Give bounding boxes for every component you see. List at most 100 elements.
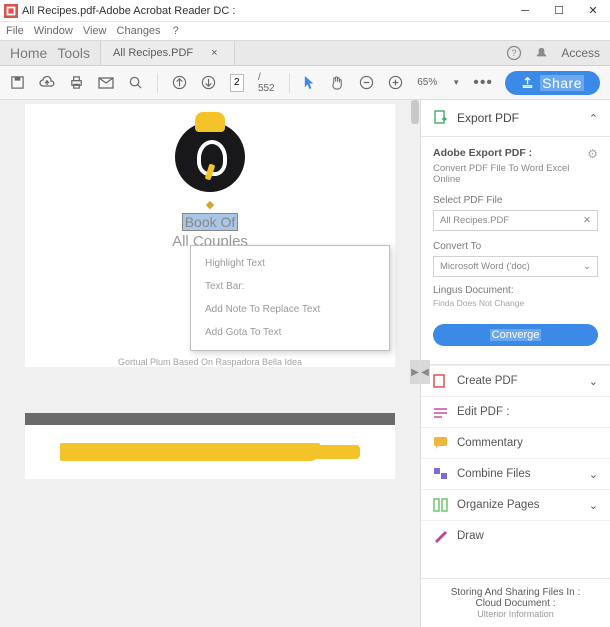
tab-close-icon[interactable]: × [211, 47, 217, 59]
menu-file[interactable]: File [6, 25, 24, 37]
panel-footer: Storing And Sharing Files In : Cloud Doc… [421, 578, 610, 627]
comment-icon [433, 436, 449, 450]
convert-button-label: Converge [490, 329, 542, 341]
lingus-label: Lingus Document: [433, 285, 598, 296]
hand-icon[interactable] [330, 75, 345, 91]
separator [157, 73, 158, 93]
app-icon [4, 4, 18, 18]
selected-file-box[interactable]: All Recipes.PDF ✕ [433, 210, 598, 231]
zoom-dropdown-icon[interactable]: ▼ [451, 75, 461, 91]
cloud-icon[interactable] [39, 75, 55, 91]
tab-tools[interactable]: Tools [57, 45, 90, 61]
share-button[interactable]: Share [505, 71, 600, 95]
minimize-button[interactable]: ─ [508, 0, 542, 22]
combine-icon [433, 467, 449, 481]
page-down-icon[interactable] [201, 75, 216, 91]
ornament-icon: ◆ [206, 198, 214, 211]
panel-expand-icon[interactable]: ▶ [410, 360, 420, 384]
selected-file-value: All Recipes.PDF [440, 215, 509, 226]
tab-strip: Home Tools All Recipes.PDF × ? Access [0, 40, 610, 66]
tool-commentary[interactable]: Commentary [421, 427, 610, 458]
clear-icon[interactable]: ✕ [583, 215, 591, 226]
footer-line-3[interactable]: Ulterior Information [431, 609, 600, 619]
caption-text: Gortual Plum Based On Raspadora Bella Id… [118, 357, 302, 367]
tool-label: Create PDF [457, 375, 518, 387]
export-pdf-icon [433, 110, 449, 126]
export-pdf-header[interactable]: Export PDF ⌃ [421, 100, 610, 137]
convert-to-select[interactable]: Microsoft Word ('doc) ⌄ [433, 256, 598, 277]
export-pdf-body: Adobe Export PDF : ⚙ Convert PDF File To… [421, 137, 610, 365]
tool-create-pdf[interactable]: Create PDF ⌄ [421, 365, 610, 396]
search-icon[interactable] [128, 75, 143, 91]
page-number-input[interactable]: 2 [230, 74, 244, 92]
tab-document[interactable]: All Recipes.PDF × [100, 41, 235, 65]
tool-combine-files[interactable]: Combine Files ⌄ [421, 458, 610, 489]
chevron-down-icon: ⌄ [583, 261, 591, 272]
edit-pdf-icon [433, 405, 449, 419]
context-menu-item[interactable]: Add Gota To Text [191, 321, 389, 344]
menu-window[interactable]: Window [34, 25, 73, 37]
tool-edit-pdf[interactable]: Edit PDF : [421, 396, 610, 427]
mail-icon[interactable] [98, 75, 114, 91]
maximize-button[interactable]: ☐ [542, 0, 576, 22]
gear-icon[interactable]: ⚙ [587, 147, 598, 161]
footer-line-1: Storing And Sharing Files In : [431, 587, 600, 598]
panel-collapse-icon[interactable]: ◀ [420, 360, 430, 384]
create-pdf-icon [433, 374, 449, 388]
print-icon[interactable] [69, 75, 84, 91]
title-bar: All Recipes.pdf-Adobe Acrobat Reader DC … [0, 0, 610, 22]
adobe-export-sub: Convert PDF File To Word Excel Online [433, 163, 598, 185]
more-icon[interactable]: ••• [475, 75, 491, 91]
menu-view[interactable]: View [83, 25, 107, 37]
chevron-down-icon: ⌄ [589, 375, 598, 388]
window-title: All Recipes.pdf-Adobe Acrobat Reader DC … [22, 5, 508, 17]
context-menu-item[interactable]: Add Note To Replace Text [191, 298, 389, 321]
selected-text[interactable]: Book Of [182, 213, 239, 231]
menu-help[interactable]: ? [173, 25, 179, 37]
chevron-down-icon: ⌄ [589, 499, 598, 512]
chevron-up-icon: ⌃ [589, 112, 598, 125]
convert-to-value: Microsoft Word ('doc) [440, 261, 530, 272]
context-menu-item[interactable]: Text Bar: [191, 275, 389, 298]
save-icon[interactable] [10, 75, 25, 91]
convert-button[interactable]: Converge [433, 324, 598, 346]
access-link[interactable]: Access [561, 46, 600, 60]
pointer-icon[interactable] [303, 75, 316, 91]
scrollbar-thumb[interactable] [411, 100, 419, 124]
context-menu-item[interactable]: Highlight Text [191, 252, 389, 275]
separator [289, 73, 290, 93]
help-icon[interactable]: ? [506, 45, 522, 61]
upload-icon [521, 76, 534, 89]
zoom-in-icon[interactable] [388, 75, 403, 91]
select-file-label: Select PDF File [433, 195, 598, 206]
convert-to-label: Convert To [433, 241, 598, 252]
toolbar: 2 / 552 65% ▼ ••• Share [0, 66, 610, 100]
zoom-out-icon[interactable] [359, 75, 374, 91]
chef-hat-icon [195, 112, 225, 132]
menu-bar: File Window View Changes ? [0, 22, 610, 40]
chevron-down-icon: ⌄ [589, 468, 598, 481]
draw-icon [433, 529, 449, 543]
tab-home[interactable]: Home [10, 45, 47, 61]
tool-draw[interactable]: Draw [421, 520, 610, 551]
logo [175, 122, 245, 192]
menu-changes[interactable]: Changes [117, 25, 161, 37]
lingus-sub: Finda Does Not Change [433, 298, 598, 308]
document-viewer[interactable]: ◆ Book Of All Couples ◆ Gortual Plum Bas… [0, 100, 420, 627]
tool-label: Commentary [457, 437, 523, 449]
svg-text:?: ? [512, 48, 517, 58]
close-window-button[interactable]: ✕ [576, 0, 610, 22]
adobe-export-title: Adobe Export PDF : [433, 147, 532, 159]
bell-icon[interactable] [534, 46, 549, 61]
whisk-icon [195, 134, 225, 180]
export-pdf-label: Export PDF [457, 111, 519, 125]
tool-label: Organize Pages [457, 499, 539, 511]
context-menu: Highlight Text Text Bar: Add Note To Rep… [190, 245, 390, 351]
page-total: / 552 [258, 72, 275, 94]
zoom-value[interactable]: 65% [417, 77, 437, 88]
main-area: ◆ Book Of All Couples ◆ Gortual Plum Bas… [0, 100, 610, 627]
tool-organize-pages[interactable]: Organize Pages ⌄ [421, 489, 610, 520]
tool-label: Draw [457, 530, 484, 542]
page-up-icon[interactable] [172, 75, 187, 91]
knife-graphic [60, 439, 360, 465]
